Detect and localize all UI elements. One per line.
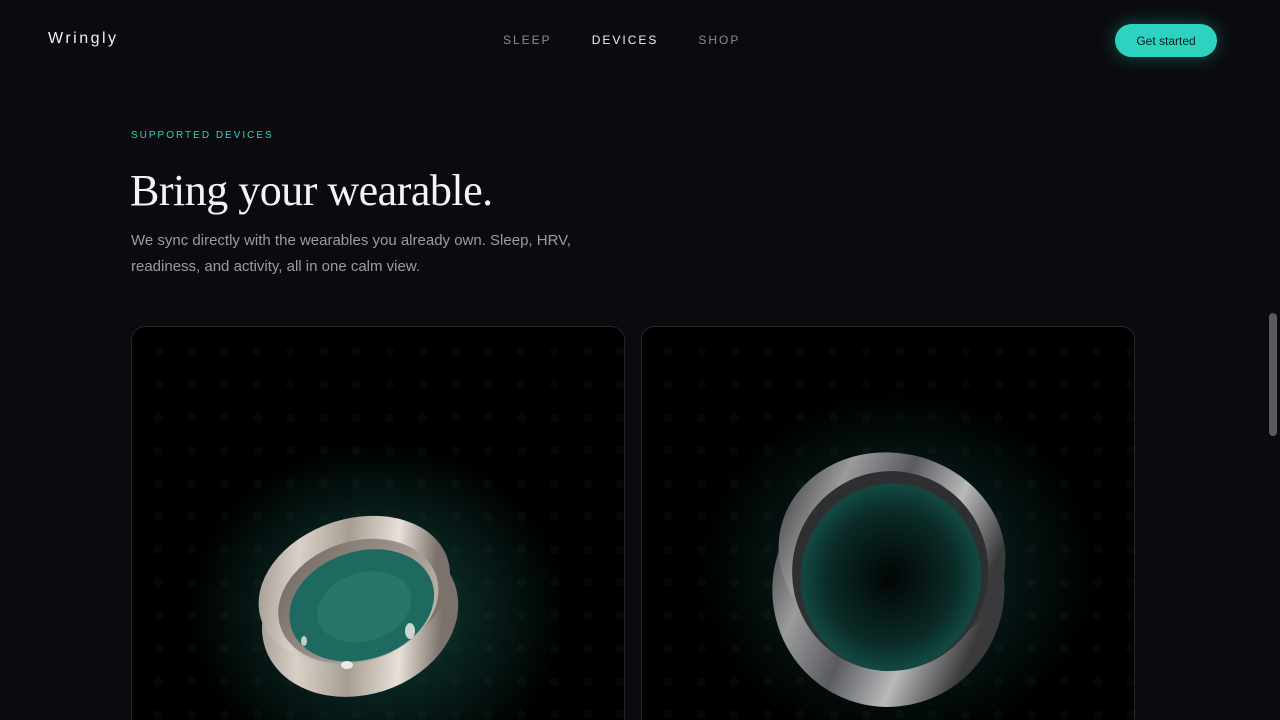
nav-link-shop[interactable]: SHOP [698, 33, 740, 47]
top-navigation: Wringly SLEEP DEVICES SHOP Get started [0, 0, 1265, 80]
section-eyebrow: SUPPORTED DEVICES [131, 130, 274, 141]
scrollbar-thumb[interactable] [1269, 313, 1277, 436]
section-description: We sync directly with the wearables you … [131, 232, 571, 275]
page: Wringly SLEEP DEVICES SHOP Get started S… [0, 0, 1280, 720]
main-nav: SLEEP DEVICES SHOP [503, 33, 740, 47]
device-card-silver-ring[interactable] [131, 326, 625, 720]
silver-ring-image [258, 515, 459, 697]
get-started-button[interactable]: Get started [1115, 24, 1217, 57]
graphite-ring-image [772, 452, 1006, 707]
nav-link-sleep[interactable]: SLEEP [503, 33, 552, 47]
brand-logo[interactable]: Wringly [48, 30, 119, 48]
page-scrollbar[interactable] [1265, 0, 1280, 720]
section-title: Bring your wearable. [130, 166, 493, 215]
nav-link-devices[interactable]: DEVICES [592, 33, 659, 47]
device-card-graphite-ring[interactable] [641, 326, 1135, 720]
